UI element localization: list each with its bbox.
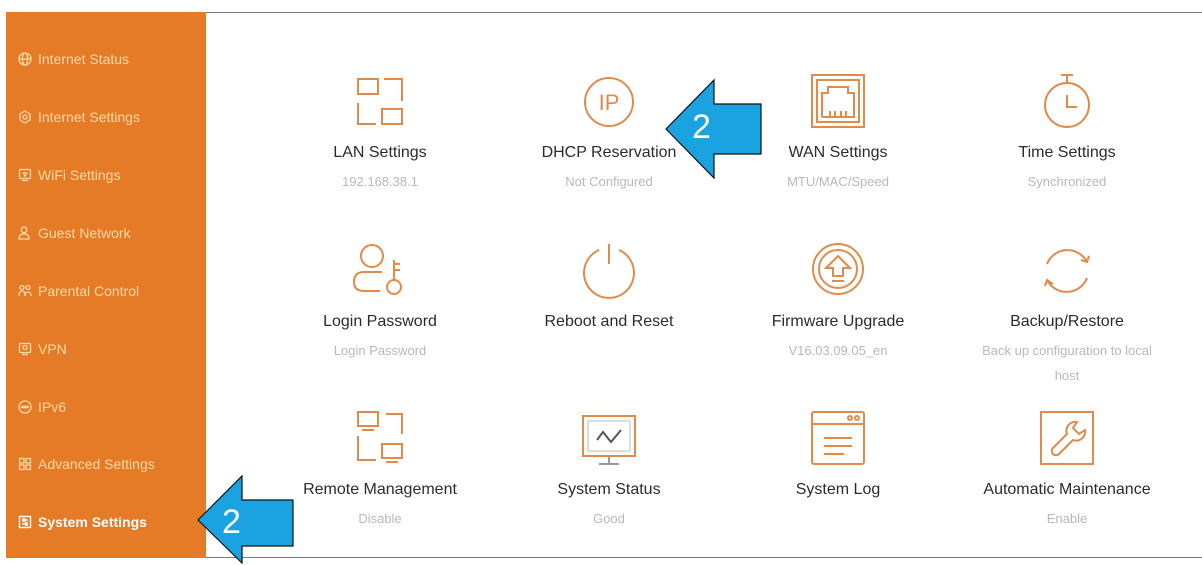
tile-reboot-and-reset[interactable]: Reboot and Reset (504, 242, 714, 372)
tile-status: Back up configuration to local host (982, 343, 1152, 383)
vpn-icon (18, 342, 38, 356)
globe-icon (18, 52, 38, 66)
tile-label: WAN Settings (788, 144, 888, 161)
annotation-arrow-system-settings: 2 (196, 474, 296, 564)
family-icon (18, 284, 38, 298)
monitor-icon (579, 410, 639, 470)
tile-status: Disable (358, 511, 402, 526)
sidebar-item-advanced-settings[interactable]: Advanced Settings (6, 444, 206, 484)
upgrade-icon (808, 242, 868, 302)
arrow-left-icon (665, 78, 762, 180)
tile-label: LAN Settings (333, 144, 427, 161)
tile-automatic-maintenance[interactable]: Automatic Maintenance Enable (962, 410, 1172, 540)
tile-label: System Status (557, 481, 661, 498)
tile-login-password[interactable]: Login Password Login Password (275, 242, 485, 372)
power-icon (579, 242, 639, 302)
tile-status: Good (593, 511, 625, 526)
tile-status: V16.03.09.05_en (788, 343, 888, 358)
sidebar-item-label: System Settings (38, 514, 147, 530)
tile-label: Backup/Restore (1010, 313, 1124, 330)
tile-label: Firmware Upgrade (771, 313, 905, 330)
sidebar-item-parental-control[interactable]: Parental Control (6, 271, 206, 311)
tile-firmware-upgrade[interactable]: Firmware Upgrade V16.03.09.05_en (733, 242, 943, 372)
sidebar-item-label: VPN (38, 341, 67, 357)
user-icon (18, 226, 38, 240)
sidebar-item-guest-network[interactable]: Guest Network (6, 213, 206, 253)
arrow-left-icon (197, 474, 294, 564)
ip-icon: IP (579, 73, 639, 133)
gear-icon (18, 110, 38, 124)
tile-label: System Log (795, 481, 881, 498)
lan-icon (350, 73, 410, 133)
sidebar-item-label: Internet Status (38, 51, 130, 67)
sidebar-item-label: Internet Settings (38, 109, 140, 125)
tile-remote-management[interactable]: Remote Management Disable (275, 410, 485, 540)
remote-icon (350, 410, 410, 470)
tile-label: Login Password (323, 313, 437, 330)
tile-label: Reboot and Reset (544, 313, 674, 330)
log-icon (808, 410, 868, 470)
tile-system-log[interactable]: System Log (733, 410, 943, 540)
tile-status: Synchronized (1027, 174, 1107, 189)
annotation-number: 2 (692, 108, 711, 146)
grid-icon (18, 457, 38, 471)
tile-system-status[interactable]: System Status Good (504, 410, 714, 540)
ip-icon-text: IP (599, 90, 620, 115)
tile-wan-settings[interactable]: WAN Settings MTU/MAC/Speed (733, 73, 943, 203)
sidebar-item-internet-status[interactable]: Internet Status (6, 39, 206, 79)
wifi-icon (18, 168, 38, 182)
sidebar-item-label: Guest Network (38, 225, 131, 241)
tile-label: Automatic Maintenance (983, 481, 1151, 498)
tile-label: Time Settings (1018, 144, 1116, 161)
ethernet-port-icon (808, 73, 868, 133)
sidebar-item-system-settings[interactable]: System Settings (6, 502, 206, 542)
wrench-icon (1037, 410, 1097, 470)
tile-backup-restore[interactable]: Backup/Restore Back up configuration to … (962, 242, 1172, 383)
sidebar-item-vpn[interactable]: VPN (6, 329, 206, 369)
user-key-icon (350, 242, 410, 302)
tile-status: Enable (1046, 511, 1088, 526)
annotation-number: 2 (222, 503, 241, 541)
tile-status: MTU/MAC/Speed (787, 174, 889, 189)
annotation-arrow-dhcp: 2 (664, 78, 764, 180)
sidebar-item-label: IPv6 (38, 399, 67, 415)
tile-label: Remote Management (303, 481, 457, 498)
sidebar-item-label: Advanced Settings (38, 456, 155, 472)
sidebar: Internet Status Internet Settings WiFi S… (6, 12, 206, 558)
sidebar-item-ipv6[interactable]: IPv6 (6, 387, 206, 427)
tile-lan-settings[interactable]: LAN Settings 192.168.38.1 (275, 73, 485, 203)
sync-icon (1037, 242, 1097, 302)
system-settings-icon (18, 515, 38, 529)
ipv6-icon (18, 400, 38, 414)
stopwatch-icon (1037, 73, 1097, 133)
tile-status: Login Password (333, 343, 427, 358)
sidebar-item-label: Parental Control (38, 283, 140, 299)
tile-time-settings[interactable]: Time Settings Synchronized (962, 73, 1172, 203)
sidebar-item-internet-settings[interactable]: Internet Settings (6, 97, 206, 137)
tile-status: 192.168.38.1 (342, 174, 418, 189)
sidebar-item-label: WiFi Settings (38, 167, 121, 183)
sidebar-item-wifi-settings[interactable]: WiFi Settings (6, 155, 206, 195)
